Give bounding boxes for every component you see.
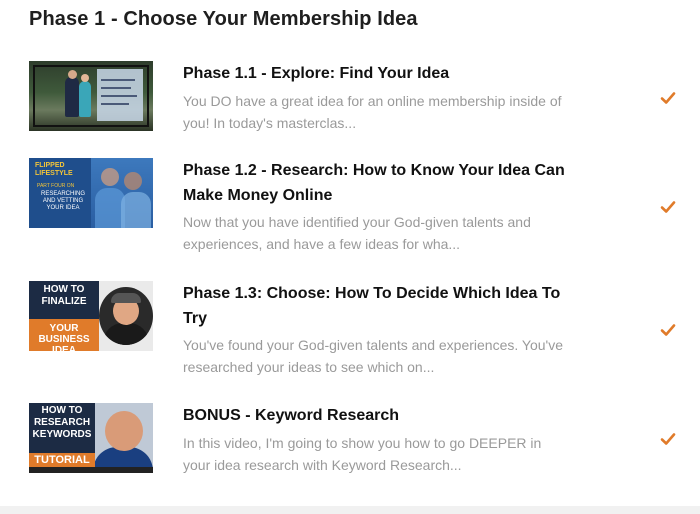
thumb-title: HOW TO FINALIZE [41,284,87,307]
section-title: Phase 1 - Choose Your Membership Idea [29,8,418,30]
thumb-brand: LIFESTYLE [35,170,73,177]
lesson-thumbnail[interactable]: HOW TO FINALIZE YOUR BUSINESS IDEA [29,281,153,351]
lesson-thumbnail[interactable]: HOW TO RESEARCH KEYWORDS TUTORIAL [29,403,153,473]
thumb-brand: FLIPPED [35,162,65,169]
checkmark-icon [660,433,676,445]
thumb-title: HOW TO RESEARCH KEYWORDS [32,405,92,440]
lesson-thumbnail[interactable] [29,61,153,131]
lesson-description: your idea research with Keyword Research… [183,457,462,473]
lesson-description: In this video, I'm going to show you how… [183,435,542,451]
checkmark-icon [660,324,676,336]
video-controls [29,467,153,473]
lesson-title[interactable]: Phase 1.3: Choose: How To Decide Which I… [183,281,603,306]
thumb-title: YOUR BUSINESS IDEA [38,323,90,351]
lesson-description: Now that you have identified your God-gi… [183,214,531,230]
lesson-title[interactable]: Make Money Online [183,183,603,208]
lesson-description: researched your ideas to see which on... [183,359,435,375]
lesson-title[interactable]: Try [183,306,603,331]
lesson-description: you! In today's masterclas... [183,115,357,131]
lesson-title[interactable]: Phase 1.1 - Explore: Find Your Idea [183,61,603,86]
checkmark-icon [660,201,676,213]
lesson-title[interactable]: BONUS - Keyword Research [183,403,603,428]
checkmark-icon [660,92,676,104]
lesson-title[interactable]: Phase 1.2 - Research: How to Know Your I… [183,158,603,183]
thumb-topic: RESEARCHING AND VETTING YOUR IDEA [40,191,85,211]
thumb-subtitle: PART FOUR ON [37,183,75,189]
thumb-banner: TUTORIAL [29,453,95,467]
lesson-thumbnail[interactable]: FLIPPED LIFESTYLE PART FOUR ON RESEARCHI… [29,158,153,228]
lesson-description: You DO have a great idea for an online m… [183,93,562,109]
lesson-description: experiences, and have a few ideas for wh… [183,236,461,252]
lesson-description: You've found your God-given talents and … [183,337,563,353]
bottom-divider [0,506,700,514]
